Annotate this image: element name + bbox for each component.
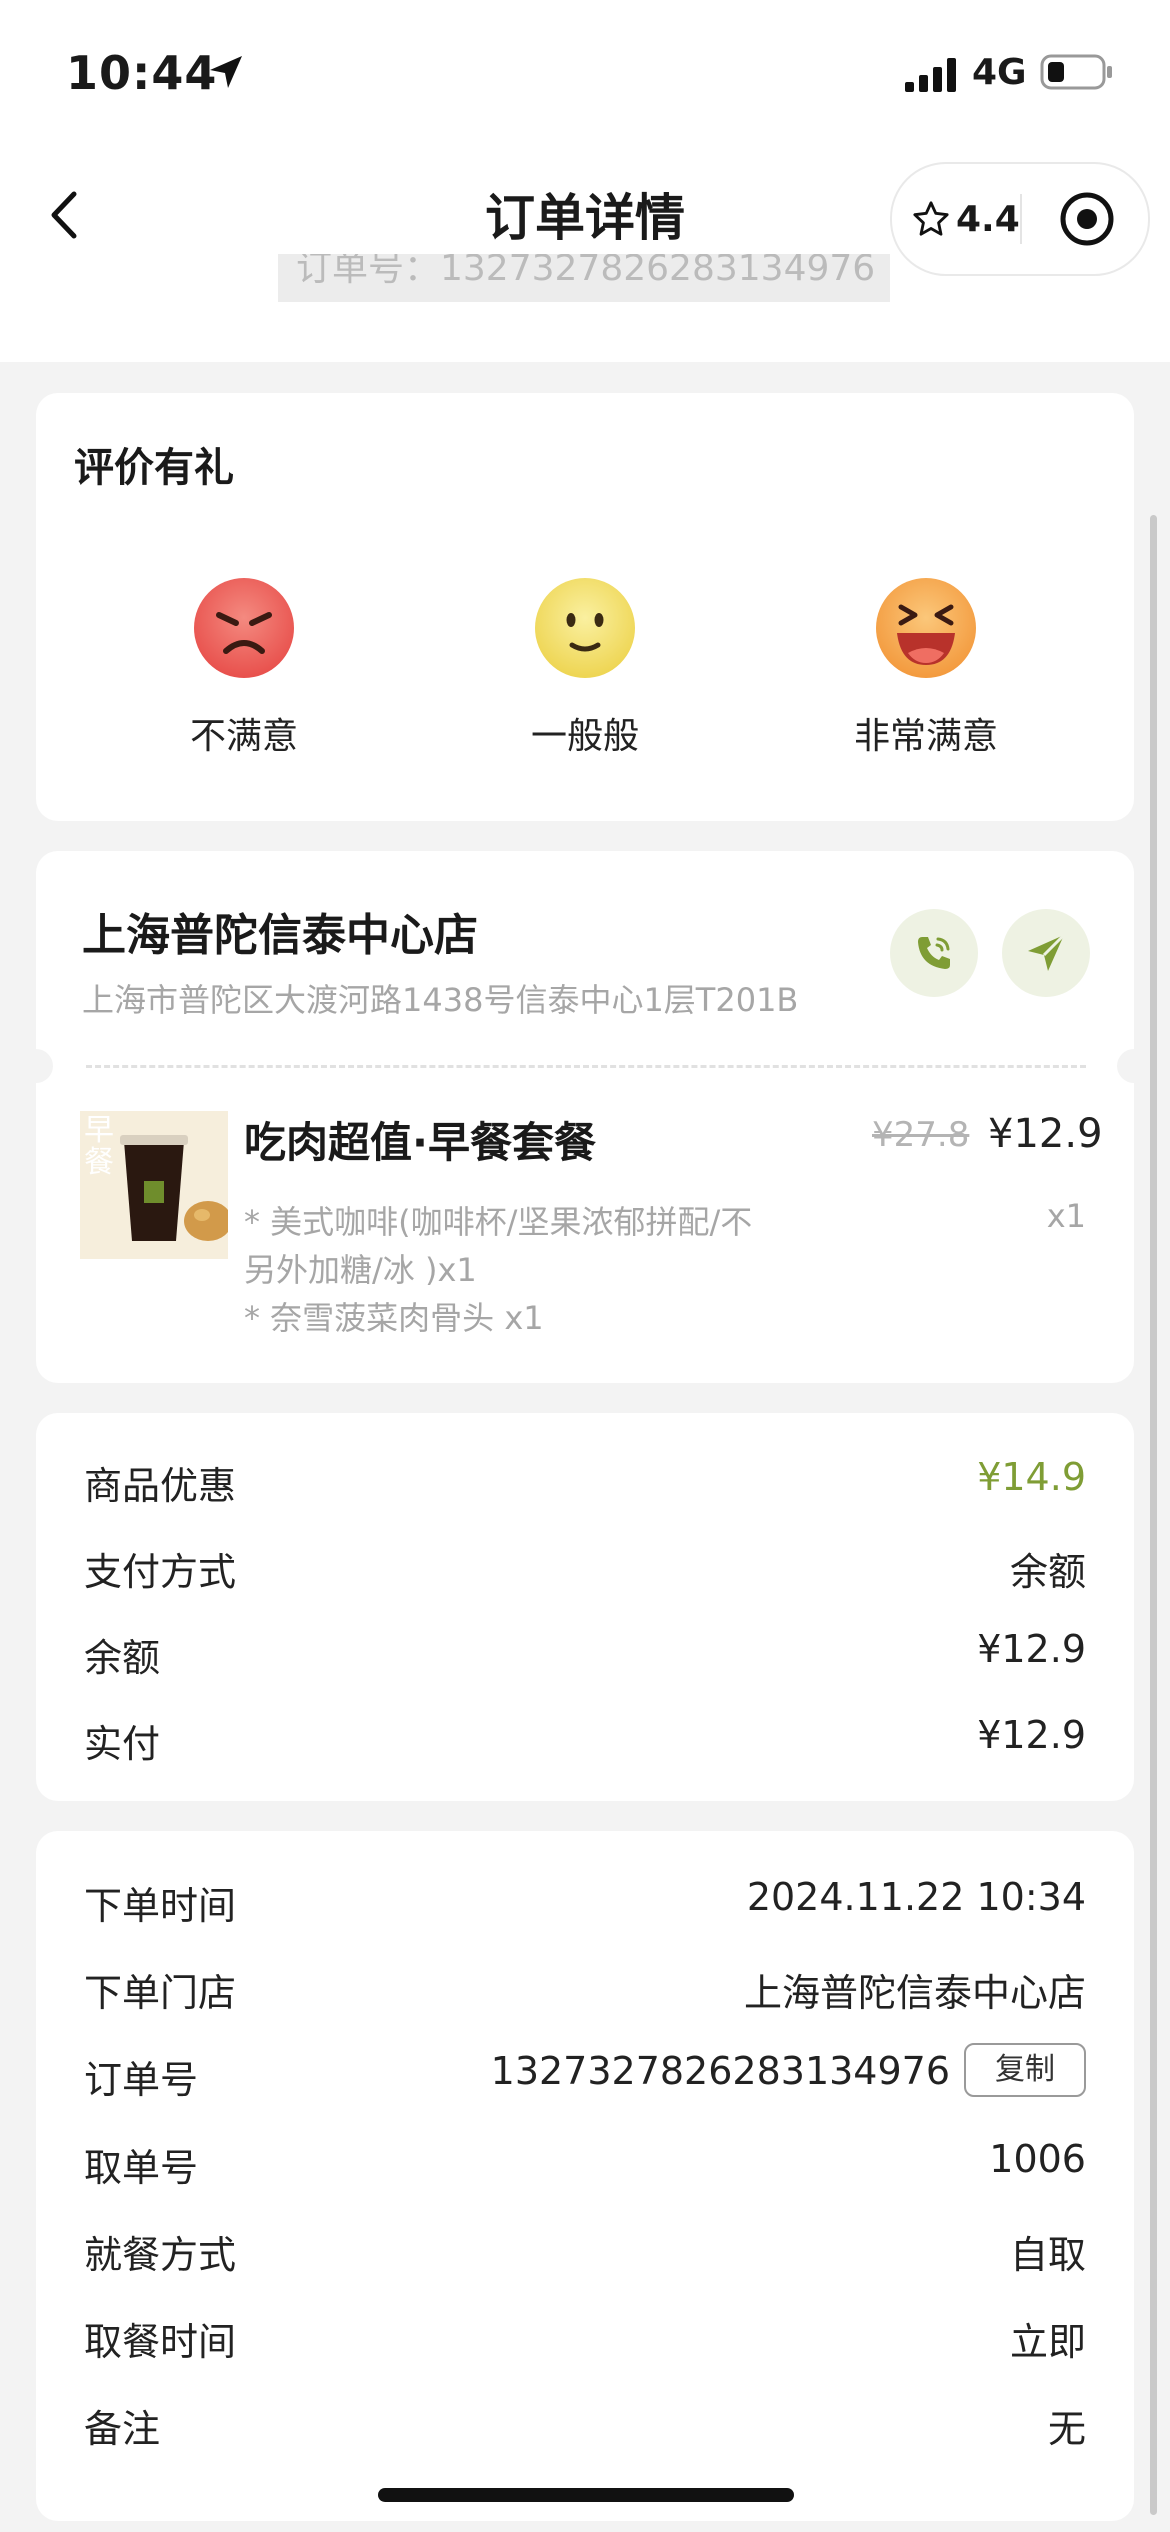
order-info-card: 下单时间 2024.11.22 10:34 下单门店 上海普陀信泰中心店 订单号…: [36, 1831, 1134, 2521]
scrollbar[interactable]: [1150, 515, 1157, 2515]
rating-card-title: 评价有礼: [74, 445, 234, 491]
store-name: 上海普陀信泰中心店: [82, 910, 478, 961]
status-bar: 10:44 4G: [0, 0, 1170, 140]
status-time: 10:44: [66, 46, 218, 100]
row-value: 1006: [989, 2137, 1086, 2181]
payment-row-discount: 商品优惠 ¥14.9: [84, 1455, 1086, 1508]
row-label: 余额: [84, 1636, 161, 1680]
navigate-button[interactable]: [1002, 909, 1090, 997]
row-value: 2024.11.22 10:34: [746, 1875, 1086, 1919]
row-label: 商品优惠: [84, 1464, 237, 1508]
row-value: 无: [1047, 2407, 1086, 2451]
product-image-tag: 早餐: [84, 1113, 114, 1180]
product-spec-line: * 奈雪菠菜肉骨头 x1: [244, 1299, 544, 1337]
row-value: 余额: [1009, 1550, 1086, 1594]
store-address: 上海市普陀区大渡河路1438号信泰中心1层T201B: [82, 981, 799, 1019]
rating-option-label: 不满意: [189, 716, 298, 757]
row-label: 下单时间: [84, 1884, 237, 1928]
rating-option-label: 非常满意: [853, 716, 998, 757]
order-number-overlay: 订单号：1327327826283134976: [278, 254, 890, 302]
order-row-store: 下单门店 上海普陀信泰中心店: [84, 1962, 1086, 2015]
payment-card: 商品优惠 ¥14.9 支付方式 余额 余额 ¥12.9 实付 ¥12.9: [36, 1413, 1134, 1801]
rating-option-neutral[interactable]: 一般般: [485, 577, 685, 759]
row-value: ¥12.9: [977, 1627, 1086, 1671]
signal-icon: [905, 58, 956, 92]
ticket-notch-right: [1117, 1049, 1134, 1083]
home-indicator[interactable]: [378, 2488, 794, 2502]
row-label: 订单号: [84, 2058, 199, 2102]
row-label: 取餐时间: [84, 2320, 237, 2364]
capsule-divider: [1020, 194, 1022, 244]
nav-bar: 订单号：1327327826283134976 订单详情 4.4: [0, 140, 1170, 362]
row-label: 就餐方式: [84, 2233, 237, 2277]
rating-card: 评价有礼 不满意 一般般 非常满意: [36, 393, 1134, 821]
copy-button[interactable]: 复制: [964, 2043, 1086, 2097]
order-row-dining-mode: 就餐方式 自取: [84, 2224, 1086, 2277]
row-label: 取单号: [84, 2146, 199, 2190]
product-name: 吃肉超值·早餐套餐: [244, 1118, 596, 1167]
store-card: 上海普陀信泰中心店 上海市普陀区大渡河路1438号信泰中心1层T201B 早餐 …: [36, 851, 1134, 1383]
navigation-arrow-icon: [1028, 933, 1066, 971]
row-value: 自取: [1009, 2233, 1086, 2277]
row-value: ¥12.9: [977, 1713, 1086, 1757]
order-row-pickup-time: 取餐时间 立即: [84, 2311, 1086, 2364]
mini-program-capsule: 4.4: [890, 162, 1150, 276]
row-label: 下单门店: [84, 1971, 237, 2015]
row-value: 上海普陀信泰中心店: [743, 1971, 1086, 2015]
order-number-value: 1327327826283134976: [490, 2049, 950, 2093]
dashed-divider: [86, 1065, 1086, 1068]
star-icon: [913, 201, 949, 236]
product-image: 早餐: [80, 1111, 228, 1259]
product-spec-line: 另外加糖/冰 )x1: [244, 1251, 477, 1289]
rating-button[interactable]: 4.4: [912, 194, 1020, 244]
order-row-time: 下单时间 2024.11.22 10:34: [84, 1875, 1086, 1928]
rating-option-label: 一般般: [530, 716, 639, 757]
product-spec-line: * 美式咖啡(咖啡杯/坚果浓郁拼配/不: [244, 1203, 753, 1241]
angry-face-icon: [194, 578, 294, 678]
location-arrow-icon: [210, 56, 242, 88]
phone-icon: [918, 937, 950, 969]
battery-icon: [1040, 54, 1112, 90]
payment-row-paid: 实付 ¥12.9: [84, 1713, 1086, 1766]
order-row-note: 备注 无: [84, 2398, 1086, 2451]
row-label: 支付方式: [84, 1550, 237, 1594]
target-icon[interactable]: [1058, 190, 1116, 248]
row-label: 备注: [84, 2407, 161, 2451]
neutral-face-icon: [535, 578, 635, 678]
row-value: ¥14.9: [977, 1455, 1086, 1499]
ticket-notch-left: [36, 1049, 53, 1083]
current-price: ¥12.9: [988, 1111, 1103, 1157]
laughing-face-icon: [876, 578, 976, 678]
row-value: 立即: [1009, 2320, 1086, 2364]
network-type: 4G: [972, 52, 1027, 93]
order-row-number: 订单号 1327327826283134976 复制: [84, 2043, 1086, 2102]
payment-row-method: 支付方式 余额: [84, 1541, 1086, 1594]
order-row-pickup-number: 取单号 1006: [84, 2137, 1086, 2190]
rating-option-unsatisfied[interactable]: 不满意: [144, 577, 344, 759]
product-quantity: x1: [1046, 1197, 1086, 1235]
row-label: 实付: [84, 1722, 161, 1766]
rating-option-very-satisfied[interactable]: 非常满意: [826, 577, 1026, 759]
call-button[interactable]: [890, 909, 978, 997]
payment-row-balance: 余额 ¥12.9: [84, 1627, 1086, 1680]
original-price: ¥27.8: [872, 1115, 970, 1155]
rating-value: 4.4: [956, 198, 1020, 240]
